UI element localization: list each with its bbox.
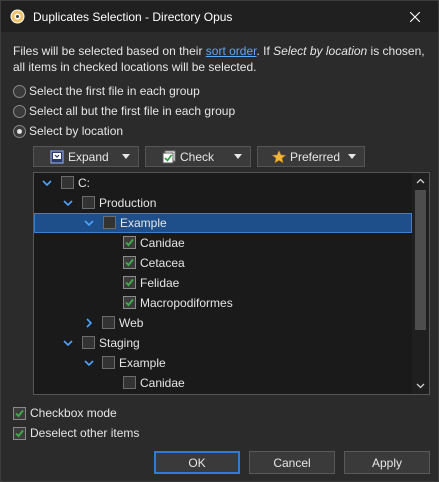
- tree-checkbox[interactable]: [123, 256, 136, 269]
- tree-checkbox[interactable]: [123, 376, 136, 389]
- apply-button[interactable]: Apply: [344, 451, 430, 474]
- tree-checkbox[interactable]: [82, 336, 95, 349]
- dialog-window: Duplicates Selection - Directory Opus Fi…: [0, 0, 439, 482]
- scroll-down-icon[interactable]: [416, 381, 425, 390]
- checkmark-icon: [15, 409, 24, 417]
- tree-checkbox[interactable]: [61, 176, 74, 189]
- window-title: Duplicates Selection - Directory Opus: [33, 10, 233, 24]
- radio-by-location[interactable]: Select by location: [13, 123, 123, 139]
- tree-item-example-selected[interactable]: Example: [34, 213, 412, 233]
- deselect-other-option[interactable]: Deselect other items: [13, 425, 139, 441]
- chevron-down-icon: [234, 154, 242, 159]
- checkbox-mode-option[interactable]: Checkbox mode: [13, 405, 117, 421]
- close-button[interactable]: [392, 1, 438, 32]
- scrollbar-thumb[interactable]: [415, 190, 426, 330]
- sort-order-link[interactable]: sort order: [206, 44, 257, 58]
- checkbox[interactable]: [13, 426, 26, 440]
- chevron-down-icon[interactable]: [63, 198, 73, 208]
- check-dropdown-button[interactable]: Check: [145, 146, 251, 167]
- checkmark-icon: [125, 278, 134, 287]
- tree-checkbox[interactable]: [103, 216, 116, 229]
- tree-item-example[interactable]: Example: [34, 353, 414, 373]
- chevron-down-icon[interactable]: [84, 358, 94, 368]
- tree-item-staging[interactable]: Staging: [34, 333, 414, 353]
- checkbox-icon: [162, 150, 176, 163]
- tree-item-c-drive[interactable]: C:: [34, 173, 414, 193]
- expand-dropdown-button[interactable]: Expand: [33, 146, 139, 167]
- tree-checkbox[interactable]: [123, 276, 136, 289]
- location-tree[interactable]: C: Production Example Canidae Cetacea Fe…: [33, 172, 430, 395]
- tree-checkbox[interactable]: [102, 356, 115, 369]
- ok-button[interactable]: OK: [154, 451, 240, 474]
- radio-all-but-first[interactable]: Select all but the first file in each gr…: [13, 103, 235, 119]
- tree-checkbox[interactable]: [82, 196, 95, 209]
- checkmark-icon: [125, 258, 134, 267]
- close-icon: [410, 11, 420, 22]
- tree-checkbox[interactable]: [102, 316, 115, 329]
- star-icon: [272, 149, 286, 163]
- description-text: Files will be selected based on their so…: [13, 44, 425, 74]
- tree-item-production[interactable]: Production: [34, 193, 414, 213]
- tree-item-canidae-staging[interactable]: Canidae: [34, 373, 414, 393]
- directory-opus-icon: [10, 9, 25, 24]
- cancel-button[interactable]: Cancel: [249, 451, 335, 474]
- radio-first-file[interactable]: Select the first file in each group: [13, 83, 200, 99]
- chevron-down-icon[interactable]: [63, 338, 73, 348]
- title-bar[interactable]: Duplicates Selection - Directory Opus: [1, 1, 438, 32]
- tree-item-felidae[interactable]: Felidae: [34, 273, 414, 293]
- chevron-down-icon[interactable]: [84, 218, 94, 228]
- radio-button[interactable]: [13, 84, 26, 98]
- expand-icon: [50, 150, 64, 163]
- tree-scrollbar[interactable]: [412, 173, 429, 394]
- tree-checkbox[interactable]: [123, 236, 136, 249]
- scroll-up-icon[interactable]: [416, 177, 425, 186]
- radio-button[interactable]: [13, 124, 26, 138]
- tree-item-cetacea[interactable]: Cetacea: [34, 253, 414, 273]
- tree-checkbox[interactable]: [123, 296, 136, 309]
- checkmark-icon: [15, 429, 24, 437]
- chevron-down-icon[interactable]: [42, 178, 52, 188]
- tree-item-web[interactable]: Web: [34, 313, 414, 333]
- radio-button[interactable]: [13, 104, 26, 118]
- preferred-dropdown-button[interactable]: Preferred: [257, 146, 365, 167]
- chevron-down-icon: [122, 154, 130, 159]
- chevron-right-icon[interactable]: [84, 318, 94, 328]
- checkmark-icon: [125, 238, 134, 247]
- checkmark-icon: [125, 298, 134, 307]
- chevron-down-icon: [348, 154, 356, 159]
- tree-item-macropodiformes[interactable]: Macropodiformes: [34, 293, 414, 313]
- tree-item-canidae[interactable]: Canidae: [34, 233, 414, 253]
- checkbox[interactable]: [13, 406, 26, 420]
